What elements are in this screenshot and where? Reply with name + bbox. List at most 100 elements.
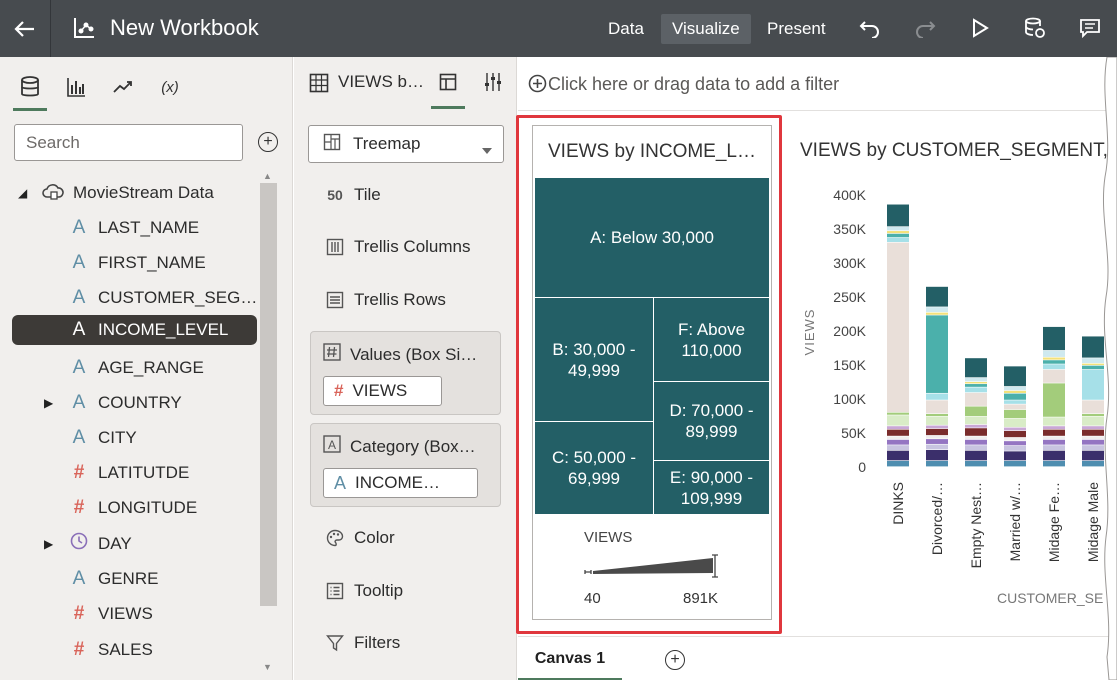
scroll-down-icon[interactable]: ▼ (263, 662, 272, 672)
bar-segment[interactable] (887, 204, 909, 227)
add-filter-icon[interactable] (528, 74, 547, 98)
add-data-button[interactable]: + (258, 132, 278, 152)
visualizations-icon[interactable] (59, 67, 93, 107)
list-item[interactable]: # LATITUTDE (0, 455, 262, 490)
bar-segment[interactable] (926, 435, 948, 439)
play-icon[interactable] (966, 14, 994, 42)
bar-segment[interactable] (965, 460, 987, 467)
bar-segment[interactable] (887, 460, 909, 467)
color-item[interactable]: Color (322, 523, 395, 553)
bar-segment[interactable] (1004, 400, 1026, 404)
list-item[interactable]: A GENRE (0, 561, 262, 596)
bar-segment[interactable] (887, 231, 909, 234)
bar-segment[interactable] (965, 416, 987, 425)
bar-segment[interactable] (887, 429, 909, 436)
bar-segment[interactable] (965, 382, 987, 384)
bar-segment[interactable] (926, 460, 948, 467)
bar-segment[interactable] (887, 426, 909, 429)
bar-segment[interactable] (965, 450, 987, 461)
tooltip-item[interactable]: Tooltip (322, 576, 403, 606)
scroll-up-icon[interactable]: ▲ (263, 171, 272, 181)
bar-segment[interactable] (887, 415, 909, 426)
list-item[interactable]: # SALES (0, 632, 262, 667)
bar-segment[interactable] (1043, 326, 1065, 351)
bar-segment[interactable] (1043, 439, 1065, 445)
list-item[interactable]: A AGE_RANGE (0, 350, 262, 385)
bar-segment[interactable] (926, 400, 948, 414)
list-item[interactable]: ▶ A COUNTRY (0, 385, 262, 420)
tab-canvas-1[interactable]: Canvas 1 (518, 637, 622, 680)
bar-segment[interactable] (965, 387, 987, 393)
bar-segment[interactable] (965, 424, 987, 428)
list-item[interactable]: # VIEWS (0, 596, 262, 631)
bar-segment[interactable] (965, 377, 987, 382)
bar-segment[interactable] (1043, 383, 1065, 417)
trellis-rows-item[interactable]: Trellis Rows (322, 285, 446, 315)
undo-icon[interactable] (856, 14, 884, 42)
bar-segment[interactable] (1004, 366, 1026, 387)
views-pill[interactable]: # VIEWS (323, 376, 442, 406)
redo-icon[interactable] (911, 14, 939, 42)
bar-segment[interactable] (1043, 426, 1065, 429)
bar-segment[interactable] (1004, 427, 1026, 431)
scrollbar-thumb[interactable] (260, 183, 277, 606)
bar-segment[interactable] (1004, 404, 1026, 410)
bar-segment[interactable] (1043, 369, 1065, 383)
tab-visualize[interactable]: Visualize (661, 14, 751, 44)
bar-segment[interactable] (1004, 409, 1026, 419)
bar-segment[interactable] (965, 428, 987, 436)
bar-segment[interactable] (926, 444, 948, 450)
bar-segment[interactable] (1043, 436, 1065, 440)
bar-segment[interactable] (965, 406, 987, 417)
comments-icon[interactable] (1076, 14, 1104, 42)
back-arrow-icon[interactable] (0, 0, 50, 57)
bar-segment[interactable] (1043, 450, 1065, 461)
refresh-data-icon[interactable] (1021, 14, 1049, 42)
bar-segment[interactable] (926, 416, 948, 425)
bar-segment[interactable] (1043, 460, 1065, 467)
bar-segment[interactable] (1004, 418, 1026, 427)
bar-segment[interactable] (926, 312, 948, 315)
list-item[interactable]: # LONGITUDE (0, 490, 262, 525)
bar-segment[interactable] (1004, 460, 1026, 467)
analytics-icon[interactable] (106, 67, 140, 107)
bar-segment[interactable] (887, 436, 909, 440)
bar-segment[interactable] (887, 450, 909, 461)
bar-segment[interactable] (887, 237, 909, 242)
filter-bar[interactable]: Click here or drag data to add a filter (518, 57, 1117, 111)
bar-segment[interactable] (887, 226, 909, 231)
category-dropzone[interactable]: A Category (Box… A INCOME… (310, 423, 501, 507)
bar-segment[interactable] (926, 307, 948, 313)
bar-segment[interactable] (1004, 445, 1026, 451)
bar-segment[interactable] (1004, 437, 1026, 441)
grammar-tab-icon[interactable] (439, 73, 457, 96)
bar-segment[interactable] (1043, 364, 1065, 370)
tab-present[interactable]: Present (756, 14, 837, 44)
bar-segment[interactable] (1043, 445, 1065, 451)
viz-type-select[interactable]: Treemap (308, 125, 504, 163)
caret-right-icon[interactable]: ▶ (44, 396, 53, 410)
bar-segment[interactable] (1004, 393, 1026, 400)
tab-data[interactable]: Data (597, 14, 655, 44)
tile-item[interactable]: 50 Tile (322, 180, 381, 210)
bar-segment[interactable] (1004, 430, 1026, 438)
tree-root-moviestream[interactable]: ◢ MovieStream Data (0, 175, 262, 210)
list-item[interactable]: A FIRST_NAME (0, 245, 262, 280)
bar-segment[interactable] (965, 384, 987, 387)
bar-segment[interactable] (887, 242, 909, 412)
data-icon[interactable] (13, 67, 47, 111)
bar-segment[interactable] (926, 428, 948, 436)
bar-segment[interactable] (965, 445, 987, 451)
bar-segment[interactable] (1043, 350, 1065, 357)
bar-segment[interactable] (887, 233, 909, 238)
bar-segment[interactable] (965, 358, 987, 378)
bar-segment[interactable] (1043, 417, 1065, 426)
calculations-icon[interactable]: (x) (153, 67, 187, 107)
income-level-pill[interactable]: A INCOME… (323, 468, 478, 498)
list-item[interactable]: A CUSTOMER_SEG… (0, 280, 262, 315)
bar-segment[interactable] (1004, 441, 1026, 446)
bar-segment[interactable] (965, 439, 987, 445)
list-item-selected[interactable]: A INCOME_LEVEL (12, 315, 257, 345)
bar-segment[interactable] (926, 315, 948, 393)
bar-segment[interactable] (1004, 390, 1026, 393)
